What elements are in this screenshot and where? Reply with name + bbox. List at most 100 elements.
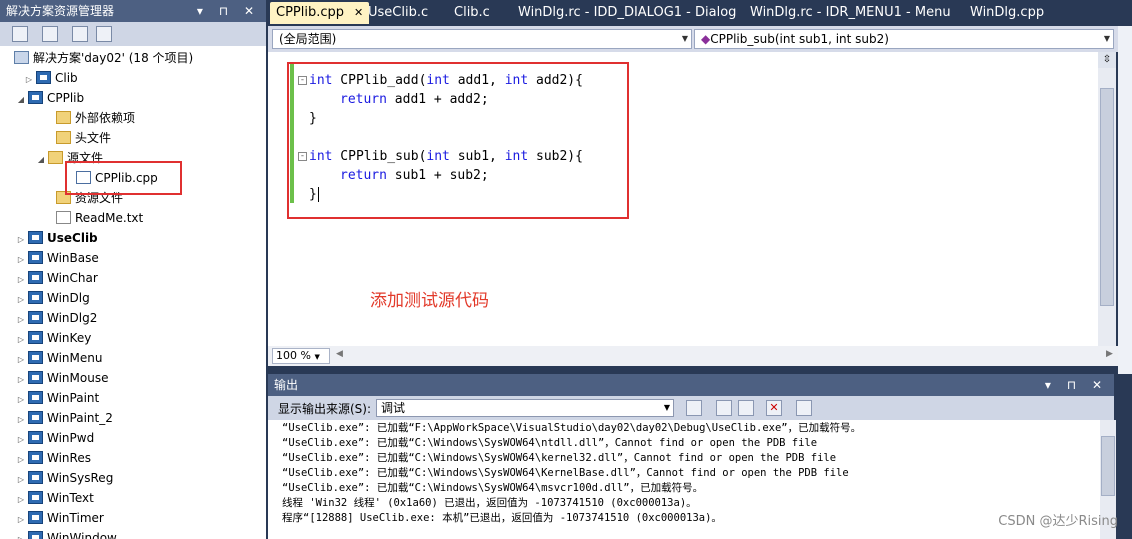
- project-icon: [28, 411, 43, 424]
- expand-arrow-icon[interactable]: ▷: [14, 430, 28, 450]
- side-tool-strip: [1118, 26, 1132, 374]
- project-icon: [28, 491, 43, 504]
- tab-windlg-rc-dialog[interactable]: WinDlg.rc - IDD_DIALOG1 - Dialog: [518, 2, 736, 24]
- tree-item-windlg2[interactable]: ▷ WinDlg2: [14, 308, 97, 328]
- tree-item-clib[interactable]: ▷ Clib: [22, 68, 78, 88]
- tree-item-useclib[interactable]: ▷ UseClib: [14, 228, 98, 248]
- tree-item-wintext[interactable]: ▷ WinText: [14, 488, 94, 508]
- tree-item-header-files[interactable]: 头文件: [56, 128, 111, 148]
- tab-clib-c[interactable]: Clib.c: [454, 2, 490, 24]
- expand-arrow-icon[interactable]: ▷: [14, 450, 28, 470]
- output-line: “UseClib.exe”: 已加载“C:\Windows\SysWOW64\n…: [282, 437, 818, 449]
- expand-arrow-icon[interactable]: ▷: [14, 350, 28, 370]
- expand-arrow-icon[interactable]: ▷: [14, 470, 28, 490]
- tree-item-readme[interactable]: ReadMe.txt: [56, 208, 143, 228]
- highlight-box-code: [287, 62, 629, 219]
- text-file-icon: [56, 211, 71, 224]
- output-text-area[interactable]: “UseClib.exe”: 已加载“F:\AppWorkSpace\Visua…: [268, 420, 1100, 539]
- refresh-icon[interactable]: [72, 26, 88, 42]
- project-icon: [28, 371, 43, 384]
- collapse-arrow-icon[interactable]: ◢: [34, 150, 48, 170]
- tab-windlg-cpp[interactable]: WinDlg.cpp: [970, 2, 1044, 24]
- scroll-right-icon[interactable]: ▶: [1106, 349, 1113, 359]
- zoom-dropdown[interactable]: 100 % ▼: [272, 348, 330, 364]
- tree-item-winpaint-2[interactable]: ▷ WinPaint_2: [14, 408, 113, 428]
- expand-arrow-icon[interactable]: ▷: [14, 270, 28, 290]
- output-line: “UseClib.exe”: 已加载“F:\AppWorkSpace\Visua…: [282, 422, 862, 434]
- go-to-location-icon[interactable]: [686, 400, 702, 416]
- project-icon: [28, 231, 43, 244]
- tree-item-solution[interactable]: 解决方案'day02' (18 个项目): [14, 48, 193, 68]
- tree-item-wintimer[interactable]: ▷ WinTimer: [14, 508, 104, 528]
- project-icon: [28, 391, 43, 404]
- expand-arrow-icon[interactable]: ▷: [14, 250, 28, 270]
- scrollbar-thumb[interactable]: [1101, 436, 1115, 496]
- tree-item-winmouse[interactable]: ▷ WinMouse: [14, 368, 108, 388]
- output-line: “UseClib.exe”: 已加载“C:\Windows\SysWOW64\k…: [282, 452, 837, 464]
- tree-item-winwindow[interactable]: ▷WinWindow: [14, 528, 117, 539]
- expand-arrow-icon[interactable]: ▷: [14, 290, 28, 310]
- output-line: “UseClib.exe”: 已加载“C:\Windows\SysWOW64\m…: [282, 482, 704, 494]
- clear-all-icon[interactable]: ✕: [766, 400, 782, 416]
- project-icon: [28, 511, 43, 524]
- folder-icon: [56, 111, 71, 124]
- expand-arrow-icon[interactable]: ▷: [14, 390, 28, 410]
- editor-vertical-scrollbar[interactable]: [1098, 52, 1116, 346]
- watermark: CSDN @达少Rising: [998, 514, 1118, 529]
- previous-message-icon[interactable]: [716, 400, 732, 416]
- project-icon: [28, 331, 43, 344]
- project-icon: [28, 311, 43, 324]
- word-wrap-icon[interactable]: [796, 400, 812, 416]
- tab-windlg-rc-menu[interactable]: WinDlg.rc - IDR_MENU1 - Menu: [750, 2, 951, 24]
- show-all-files-icon[interactable]: [42, 26, 58, 42]
- tree-item-winsysreg[interactable]: ▷ WinSysReg: [14, 468, 113, 488]
- output-line: 线程 'Win32 线程' (0x1a60) 已退出，返回值为 -1073741…: [282, 497, 697, 509]
- open-folder-icon: [48, 151, 63, 164]
- tree-item-winpaint[interactable]: ▷ WinPaint: [14, 388, 99, 408]
- tree-item-cpplib[interactable]: ◢ CPPlib: [14, 88, 84, 108]
- expand-arrow-icon[interactable]: ▷: [14, 510, 28, 530]
- tree-item-winres[interactable]: ▷ WinRes: [14, 448, 91, 468]
- scroll-left-icon[interactable]: ◀: [336, 349, 343, 359]
- expand-arrow-icon[interactable]: ▷: [14, 490, 28, 510]
- expand-arrow-icon[interactable]: ▷: [14, 370, 28, 390]
- navigation-bar: (全局范围) ▼ ◆CPPlib_sub(int sub1, int sub2) ▼: [268, 26, 1118, 52]
- panel-controls[interactable]: ▾ ⊓ ✕: [197, 0, 260, 22]
- function-dropdown[interactable]: ◆CPPlib_sub(int sub1, int sub2) ▼: [694, 29, 1114, 49]
- collapse-arrow-icon[interactable]: ◢: [14, 90, 28, 110]
- tree-item-winpwd[interactable]: ▷ WinPwd: [14, 428, 94, 448]
- solution-explorer-title: 解决方案资源管理器: [6, 4, 115, 18]
- project-icon: [28, 431, 43, 444]
- expand-arrow-icon[interactable]: ▷: [14, 410, 28, 430]
- tree-item-external-deps[interactable]: 外部依赖项: [56, 108, 135, 128]
- tab-useclib-c[interactable]: UseClib.c: [368, 2, 428, 24]
- solution-icon: [14, 51, 29, 64]
- expand-arrow-icon[interactable]: ▷: [22, 70, 36, 90]
- tree-item-windlg[interactable]: ▷ WinDlg: [14, 288, 90, 308]
- expand-arrow-icon[interactable]: ▷: [14, 530, 28, 539]
- project-icon: [28, 251, 43, 264]
- split-window-icon[interactable]: ⇳: [1098, 52, 1116, 68]
- tree-item-winbase[interactable]: ▷ WinBase: [14, 248, 99, 268]
- panel-controls[interactable]: ▾ ⊓ ✕: [1045, 374, 1108, 396]
- output-panel-header: 输出 ▾ ⊓ ✕: [268, 374, 1114, 396]
- tree-item-winchar[interactable]: ▷ WinChar: [14, 268, 98, 288]
- tree-item-winkey[interactable]: ▷ WinKey: [14, 328, 91, 348]
- expand-arrow-icon[interactable]: ▷: [14, 330, 28, 350]
- next-message-icon[interactable]: [738, 400, 754, 416]
- output-source-dropdown[interactable]: 调试 ▼: [376, 399, 674, 417]
- scope-dropdown[interactable]: (全局范围) ▼: [272, 29, 692, 49]
- properties-icon[interactable]: [12, 26, 28, 42]
- expand-arrow-icon[interactable]: ▷: [14, 230, 28, 250]
- highlight-box-cpp-file: [65, 161, 182, 195]
- chevron-down-icon: ▼: [663, 403, 670, 412]
- output-line: 程序“[12888] UseClib.exe: 本机”已退出，返回值为 -107…: [282, 512, 722, 524]
- tree-item-winmenu[interactable]: ▷ WinMenu: [14, 348, 103, 368]
- project-icon: [28, 291, 43, 304]
- close-icon[interactable]: ✕: [354, 6, 363, 19]
- view-class-diagram-icon[interactable]: [96, 26, 112, 42]
- scrollbar-thumb[interactable]: [1100, 88, 1114, 306]
- solution-explorer-toolbar: [0, 22, 266, 46]
- tab-cpplib-cpp[interactable]: CPPlib.cpp ✕: [270, 2, 370, 24]
- expand-arrow-icon[interactable]: ▷: [14, 310, 28, 330]
